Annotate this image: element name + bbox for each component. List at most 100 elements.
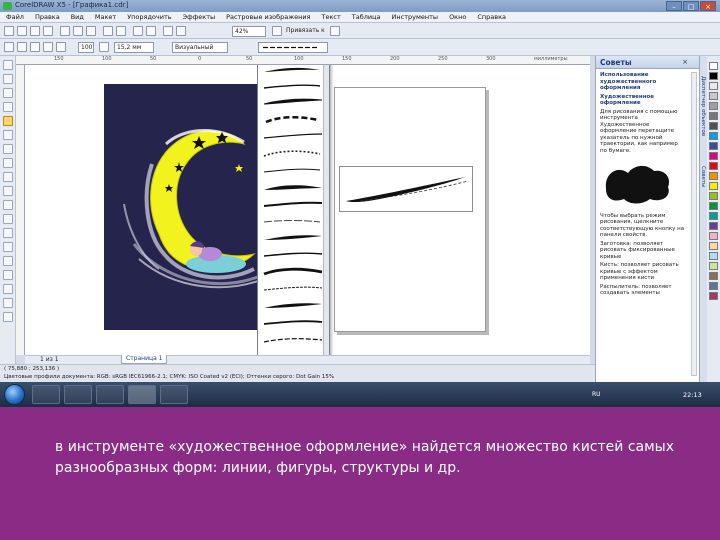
page-tab[interactable]: Страница 1 (121, 355, 168, 364)
drawing-canvas[interactable] (25, 65, 590, 355)
welcome-icon[interactable] (176, 26, 186, 36)
outline-tool-icon[interactable] (3, 284, 13, 294)
import-icon[interactable] (133, 26, 143, 36)
print-icon[interactable] (43, 26, 53, 36)
pick-tool-icon[interactable] (3, 60, 13, 70)
taskbar-media-icon[interactable] (96, 385, 124, 404)
keyboard-language[interactable]: RU (592, 391, 601, 398)
connector-tool-icon[interactable] (3, 242, 13, 252)
dimension-tool-icon[interactable] (3, 228, 13, 238)
fill-tool-icon[interactable] (3, 298, 13, 308)
color-swatch[interactable] (709, 272, 718, 280)
menu-file[interactable]: Файл (6, 13, 24, 21)
brush-stroke-options[interactable] (260, 65, 326, 355)
redo-icon[interactable] (116, 26, 126, 36)
color-swatch[interactable] (709, 92, 718, 100)
color-swatch[interactable] (709, 202, 718, 210)
menu-table[interactable]: Таблица (352, 13, 381, 21)
menu-help[interactable]: Справка (477, 13, 506, 21)
minimize-button[interactable]: – (666, 1, 682, 11)
stroke-width-field[interactable]: 15,2 мм (114, 42, 154, 53)
shape-tool-icon[interactable] (3, 74, 13, 84)
menu-text[interactable]: Текст (322, 13, 341, 21)
color-swatch[interactable] (709, 212, 718, 220)
color-swatch[interactable] (709, 282, 718, 290)
color-swatch[interactable] (709, 252, 718, 260)
color-swatch[interactable] (709, 292, 718, 300)
color-swatch[interactable] (709, 72, 718, 80)
menu-window[interactable]: Окно (449, 13, 466, 21)
smart-fill-tool-icon[interactable] (3, 130, 13, 140)
brush-stroke-select[interactable] (258, 42, 328, 53)
brush-stroke-list[interactable] (257, 65, 330, 355)
save-icon[interactable] (30, 26, 40, 36)
menu-bitmaps[interactable]: Растровые изображения (226, 13, 310, 21)
taskbar-app-icon[interactable] (160, 385, 188, 404)
color-swatch[interactable] (709, 132, 718, 140)
open-icon[interactable] (17, 26, 27, 36)
snap-to-label[interactable]: Привязать к (284, 26, 325, 37)
color-swatch[interactable] (709, 122, 718, 130)
docker-scrollbar[interactable] (691, 72, 697, 376)
start-button-icon[interactable] (4, 384, 25, 405)
ellipse-tool-icon[interactable] (3, 158, 13, 168)
color-swatch[interactable] (709, 232, 718, 240)
paste-icon[interactable] (86, 26, 96, 36)
menu-effects[interactable]: Эффекты (183, 13, 216, 21)
eyedropper-tool-icon[interactable] (3, 270, 13, 280)
color-swatch[interactable] (709, 192, 718, 200)
crop-tool-icon[interactable] (3, 88, 13, 98)
color-swatch[interactable] (709, 262, 718, 270)
brush-mode-icon[interactable] (17, 42, 27, 52)
color-swatch[interactable] (709, 142, 718, 150)
docker-close-icon[interactable]: × (682, 58, 688, 66)
pressure-mode-icon[interactable] (56, 42, 66, 52)
horizontal-scrollbar[interactable] (25, 355, 590, 364)
artistic-media-tool-icon[interactable] (3, 116, 13, 126)
color-swatch[interactable] (709, 182, 718, 190)
close-button[interactable]: × (700, 1, 716, 11)
menu-edit[interactable]: Правка (35, 13, 60, 21)
zoom-level-field[interactable]: 42% (232, 26, 266, 37)
menu-layout[interactable]: Макет (95, 13, 116, 21)
new-icon[interactable] (4, 26, 14, 36)
color-swatch[interactable] (709, 102, 718, 110)
interactive-fill-tool-icon[interactable] (3, 312, 13, 322)
undo-icon[interactable] (103, 26, 113, 36)
taskbar-coreldraw-icon[interactable] (128, 385, 156, 404)
taskbar-explorer-icon[interactable] (32, 385, 60, 404)
color-swatch[interactable] (709, 112, 718, 120)
color-swatch[interactable] (709, 242, 718, 250)
table-tool-icon[interactable] (3, 214, 13, 224)
side-tab-object-manager[interactable]: Диспетчер объектов (700, 76, 706, 136)
taskbar-folder-icon[interactable] (64, 385, 92, 404)
options-icon[interactable] (330, 26, 340, 36)
color-swatch[interactable] (709, 172, 718, 180)
snap-icon[interactable] (272, 26, 282, 36)
scale-icon[interactable] (99, 42, 109, 52)
cut-icon[interactable] (60, 26, 70, 36)
sprayer-mode-icon[interactable] (30, 42, 40, 52)
menu-arrange[interactable]: Упорядочить (127, 13, 171, 21)
side-tab-hints[interactable]: Советы (700, 166, 706, 187)
color-swatch[interactable] (709, 62, 718, 70)
preset-mode-icon[interactable] (4, 42, 14, 52)
menu-view[interactable]: Вид (71, 13, 84, 21)
calligraphic-mode-icon[interactable] (43, 42, 53, 52)
zoom-tool-icon[interactable] (3, 102, 13, 112)
menu-tools[interactable]: Инструменты (392, 13, 439, 21)
rectangle-tool-icon[interactable] (3, 144, 13, 154)
color-swatch[interactable] (709, 82, 718, 90)
color-swatch[interactable] (709, 222, 718, 230)
launcher-icon[interactable] (163, 26, 173, 36)
export-icon[interactable] (146, 26, 156, 36)
system-clock[interactable]: 22:13 (683, 391, 702, 399)
color-profile-info[interactable]: Цветовые профили документа: RGB: sRGB IE… (4, 374, 334, 380)
brush-category-select[interactable]: Визуальный (172, 42, 228, 53)
color-swatch[interactable] (709, 162, 718, 170)
polygon-tool-icon[interactable] (3, 172, 13, 182)
blend-tool-icon[interactable] (3, 256, 13, 266)
smoothing-field[interactable]: 100 (78, 42, 94, 53)
copy-icon[interactable] (73, 26, 83, 36)
basic-shapes-tool-icon[interactable] (3, 186, 13, 196)
